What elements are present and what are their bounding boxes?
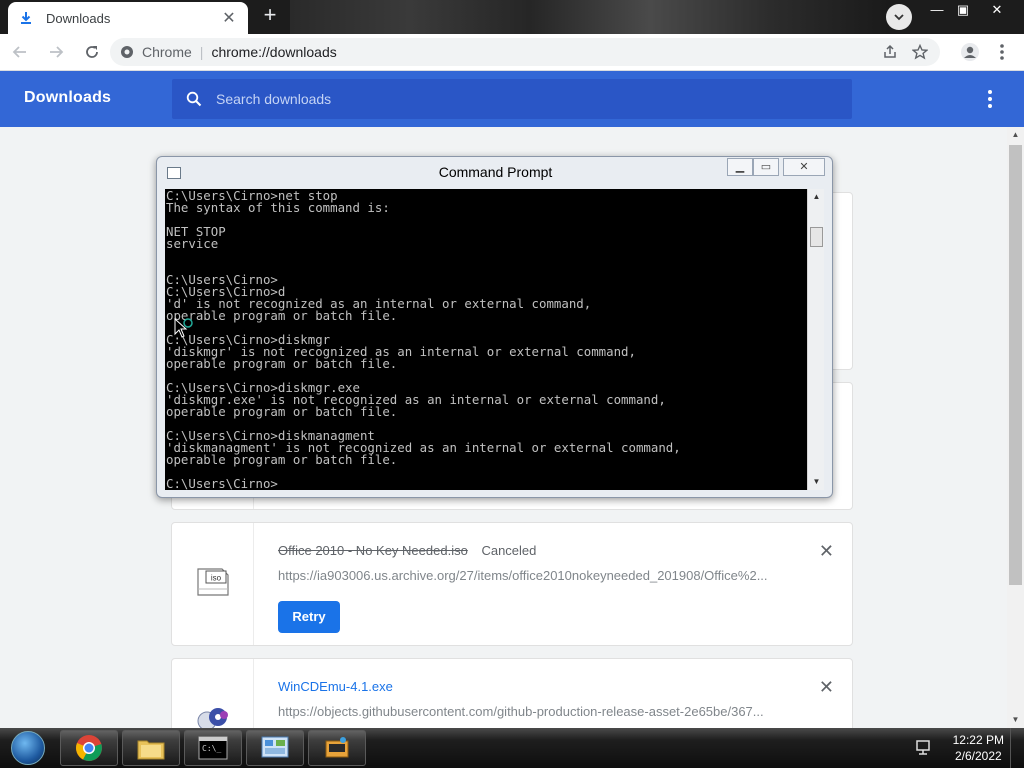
omnibox-separator: | (199, 44, 204, 60)
taskbar-chrome[interactable] (60, 730, 118, 766)
download-url[interactable]: https://ia903006.us.archive.org/27/items… (278, 568, 768, 583)
tab-downloads[interactable]: Downloads ✕ (8, 2, 248, 34)
cmd-minimize-button[interactable]: ▁ (727, 158, 753, 176)
cmd-scroll-up-arrow[interactable]: ▲ (808, 189, 825, 205)
clock-date: 2/6/2022 (954, 749, 1002, 763)
tab-title: Downloads (46, 10, 111, 26)
tab-search-button[interactable] (886, 4, 912, 30)
new-tab-button[interactable]: + (258, 4, 282, 28)
search-input[interactable] (216, 91, 816, 107)
start-button[interactable] (4, 728, 52, 768)
control-panel-icon (261, 736, 289, 758)
browser-toolbar: Chrome | chrome://downloads (0, 34, 1024, 71)
profile-icon (961, 43, 979, 61)
address-bar[interactable]: Chrome | chrome://downloads (110, 38, 940, 66)
chrome-icon (76, 735, 102, 761)
download-filename[interactable]: WinCDEmu-4.1.exe (278, 679, 393, 694)
restore-button[interactable]: ▣ (948, 0, 978, 20)
console-output[interactable]: C:\Users\Cirno>net stop The syntax of th… (165, 189, 807, 490)
profile-avatar[interactable] (956, 38, 984, 66)
command-prompt-window[interactable]: Command Prompt ▁ ▭ ✕ C:\Users\Cirno>net … (156, 156, 833, 498)
remove-download-icon[interactable]: ✕ (819, 677, 834, 698)
cmd-scroll-thumb[interactable] (810, 227, 823, 247)
search-box[interactable] (172, 79, 852, 119)
download-url[interactable]: https://objects.githubusercontent.com/gi… (278, 704, 764, 719)
remove-download-icon[interactable]: ✕ (819, 541, 834, 562)
downloads-menu-button[interactable] (980, 89, 1000, 109)
svg-text:iso: iso (211, 574, 222, 583)
cmd-scrollbar[interactable]: ▲ ▼ (807, 189, 824, 490)
download-status: Canceled (481, 543, 537, 558)
forward-button[interactable] (40, 36, 72, 68)
chevron-down-icon (894, 14, 904, 21)
downloads-header: Downloads (0, 71, 1024, 127)
svg-text:C:\_: C:\_ (202, 744, 221, 753)
taskbar-control-panel[interactable] (246, 730, 304, 766)
scroll-down-arrow[interactable]: ▼ (1007, 712, 1024, 728)
explorer-icon (137, 740, 165, 760)
download-card: iso Office 2010 - No Key Needed.iso Canc… (171, 522, 853, 646)
download-filename[interactable]: Office 2010 - No Key Needed.iso (278, 543, 468, 558)
url-text: chrome://downloads (211, 44, 337, 60)
taskbar: C:\_ 12:22 PM 2/6/2022 (0, 728, 1024, 768)
reload-button[interactable] (76, 36, 108, 68)
bookmark-star-icon[interactable] (912, 44, 928, 60)
window-close-button[interactable]: ✕ (982, 0, 1012, 20)
cmd-maximize-button[interactable]: ▭ (753, 158, 779, 176)
clock[interactable]: 12:22 PM 2/6/2022 (953, 732, 1004, 764)
tab-strip: Downloads ✕ + — ▣ ✕ (0, 0, 1024, 34)
scroll-up-arrow[interactable]: ▲ (1007, 127, 1024, 143)
cmd-icon: C:\_ (198, 736, 228, 760)
show-desktop-button[interactable] (1010, 728, 1024, 768)
taskbar-cmd[interactable]: C:\_ (184, 730, 242, 766)
network-icon[interactable] (914, 738, 934, 758)
clock-time: 12:22 PM (952, 733, 1004, 747)
windows-start-icon (11, 731, 45, 765)
mouse-cursor-icon (174, 318, 193, 338)
taskbar-explorer[interactable] (122, 730, 180, 766)
site-label: Chrome (142, 44, 192, 60)
tab-strip-background (290, 0, 890, 34)
wincdemu-taskbar-icon (325, 737, 349, 758)
cmd-scroll-down-arrow[interactable]: ▼ (808, 474, 825, 490)
forward-arrow-icon (50, 46, 64, 58)
download-icon (21, 12, 31, 24)
search-icon (186, 91, 202, 107)
taskbar-wincdemu[interactable] (308, 730, 366, 766)
console-text: C:\Users\Cirno>net stop The syntax of th… (166, 189, 681, 490)
cmd-close-button[interactable]: ✕ (783, 158, 825, 176)
scroll-thumb[interactable] (1009, 145, 1022, 585)
page-scrollbar[interactable]: ▲ ▼ (1007, 127, 1024, 728)
back-arrow-icon (12, 46, 26, 58)
chrome-site-icon (121, 46, 133, 58)
tab-close-icon[interactable]: ✕ (220, 8, 238, 28)
file-icon-column: iso (172, 523, 254, 645)
download-filename-row: Office 2010 - No Key Needed.iso Canceled (278, 543, 536, 558)
iso-file-icon: iso (197, 568, 229, 596)
browser-menu-button[interactable] (988, 38, 1016, 66)
reload-icon (86, 46, 98, 58)
back-button[interactable] (4, 36, 36, 68)
share-icon[interactable] (882, 44, 898, 60)
vertical-dots-icon (1000, 44, 1004, 60)
page-title: Downloads (24, 89, 112, 106)
retry-button[interactable]: Retry (278, 601, 340, 633)
